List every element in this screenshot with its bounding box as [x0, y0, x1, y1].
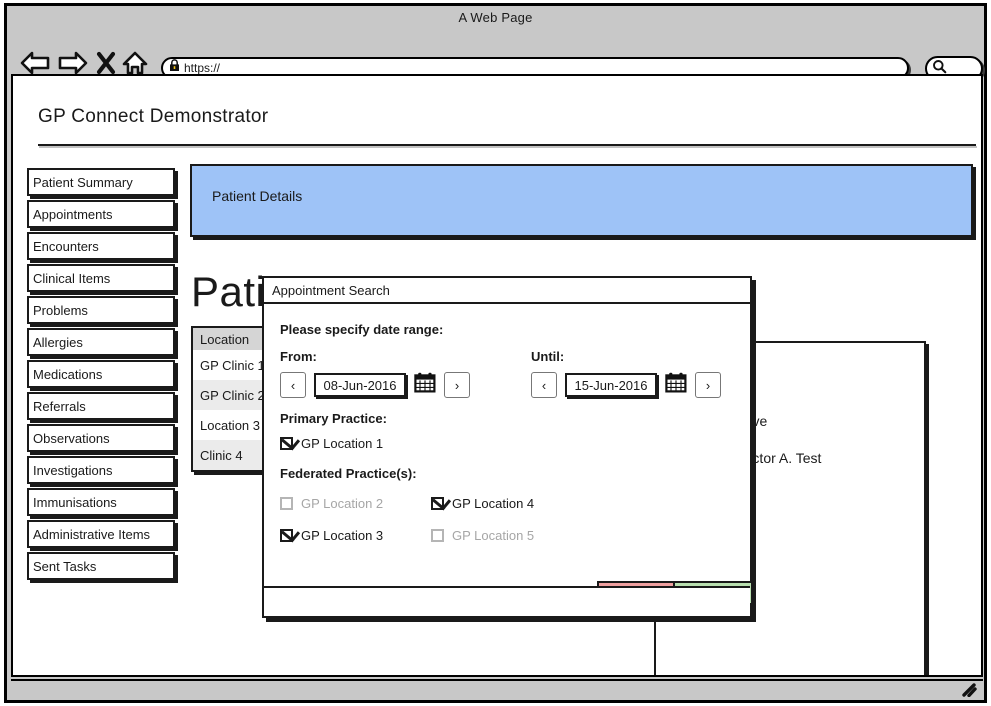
- primary-practice-label: Primary Practice:: [280, 411, 387, 426]
- checkbox-gp-location-3[interactable]: GP Location 3: [280, 528, 383, 543]
- sidebar-item-label: Encounters: [33, 239, 99, 254]
- header-divider: [38, 144, 976, 146]
- date-range-instruction: Please specify date range:: [280, 322, 443, 337]
- checkbox-box: [280, 497, 293, 510]
- patient-details-panel: Patient Details: [190, 164, 973, 237]
- sidebar-item-investigations[interactable]: Investigations: [27, 456, 175, 484]
- sidebar-item-label: Immunisations: [33, 495, 117, 510]
- sidebar-item-clinical-items[interactable]: Clinical Items: [27, 264, 175, 292]
- page-content-area: GP Connect Demonstrator Patient Summary …: [11, 74, 983, 677]
- resize-grip-icon[interactable]: [962, 683, 978, 697]
- checkbox-gp-location-2: GP Location 2: [280, 496, 383, 511]
- column-header-location: Location: [200, 332, 249, 347]
- window-title: A Web Page: [7, 10, 984, 25]
- sidebar-item-administrative-items[interactable]: Administrative Items: [27, 520, 175, 548]
- sidebar-item-label: Patient Summary: [33, 175, 133, 190]
- location-cell: GP Clinic 2: [200, 388, 265, 403]
- checkbox-gp-location-4[interactable]: GP Location 4: [431, 496, 534, 511]
- checkbox-label: GP Location 2: [301, 496, 383, 511]
- patient-details-title: Patient Details: [212, 188, 302, 204]
- sidebar-item-label: Referrals: [33, 399, 86, 414]
- appointment-search-dialog: Appointment Search Please specify date r…: [262, 276, 752, 618]
- dialog-body: Please specify date range: From: Until: …: [264, 304, 750, 586]
- sidebar-item-medications[interactable]: Medications: [27, 360, 175, 388]
- sidebar-item-label: Problems: [33, 303, 88, 318]
- sidebar: Patient Summary Appointments Encounters …: [27, 168, 175, 584]
- checkbox-box[interactable]: [280, 529, 293, 542]
- browser-window: A Web Page: [4, 3, 987, 703]
- sidebar-item-label: Investigations: [33, 463, 113, 478]
- browser-status-bar: [11, 679, 983, 700]
- calendar-icon[interactable]: [414, 372, 436, 398]
- sidebar-item-referrals[interactable]: Referrals: [27, 392, 175, 420]
- checkbox-gp-location-1[interactable]: GP Location 1: [280, 436, 383, 451]
- federated-practices-label: Federated Practice(s):: [280, 466, 417, 481]
- sidebar-item-label: Medications: [33, 367, 102, 382]
- sidebar-item-allergies[interactable]: Allergies: [27, 328, 175, 356]
- from-label: From:: [280, 349, 317, 364]
- sidebar-item-label: Appointments: [33, 207, 113, 222]
- dialog-title: Appointment Search: [272, 283, 390, 298]
- checkbox-box: [431, 529, 444, 542]
- checkbox-label: GP Location 4: [452, 496, 534, 511]
- from-prev-button[interactable]: ‹: [280, 372, 306, 398]
- sidebar-item-sent-tasks[interactable]: Sent Tasks: [27, 552, 175, 580]
- until-date-group: ‹ 15-Jun-2016 ›: [531, 372, 721, 398]
- sidebar-item-encounters[interactable]: Encounters: [27, 232, 175, 260]
- dialog-titlebar[interactable]: Appointment Search: [264, 278, 750, 304]
- sidebar-item-label: Administrative Items: [33, 527, 150, 542]
- until-next-button[interactable]: ›: [695, 372, 721, 398]
- sidebar-item-appointments[interactable]: Appointments: [27, 200, 175, 228]
- location-cell: Clinic 4: [200, 448, 243, 463]
- checkbox-box[interactable]: [431, 497, 444, 510]
- checkbox-label: GP Location 1: [301, 436, 383, 451]
- sidebar-item-immunisations[interactable]: Immunisations: [27, 488, 175, 516]
- sidebar-item-label: Allergies: [33, 335, 83, 350]
- checkbox-label: GP Location 5: [452, 528, 534, 543]
- checkbox-box[interactable]: [280, 437, 293, 450]
- checkbox-gp-location-5: GP Location 5: [431, 528, 534, 543]
- sidebar-item-patient-summary[interactable]: Patient Summary: [27, 168, 175, 196]
- until-date-input[interactable]: 15-Jun-2016: [565, 373, 657, 397]
- calendar-icon[interactable]: [665, 372, 687, 398]
- dialog-footer: [264, 586, 750, 616]
- location-cell: Location 3: [200, 418, 260, 433]
- sidebar-item-label: Clinical Items: [33, 271, 110, 286]
- sidebar-item-problems[interactable]: Problems: [27, 296, 175, 324]
- url-text: https://: [184, 61, 220, 75]
- until-label: Until:: [531, 349, 564, 364]
- checkbox-label: GP Location 3: [301, 528, 383, 543]
- location-cell: GP Clinic 1: [200, 358, 265, 373]
- from-next-button[interactable]: ›: [444, 372, 470, 398]
- sidebar-item-observations[interactable]: Observations: [27, 424, 175, 452]
- browser-toolbar: https://: [7, 28, 984, 73]
- page-title: GP Connect Demonstrator: [38, 106, 268, 128]
- until-prev-button[interactable]: ‹: [531, 372, 557, 398]
- from-date-group: ‹ 08-Jun-2016 ›: [280, 372, 470, 398]
- sidebar-item-label: Sent Tasks: [33, 559, 96, 574]
- from-date-input[interactable]: 08-Jun-2016: [314, 373, 406, 397]
- sidebar-item-label: Observations: [33, 431, 110, 446]
